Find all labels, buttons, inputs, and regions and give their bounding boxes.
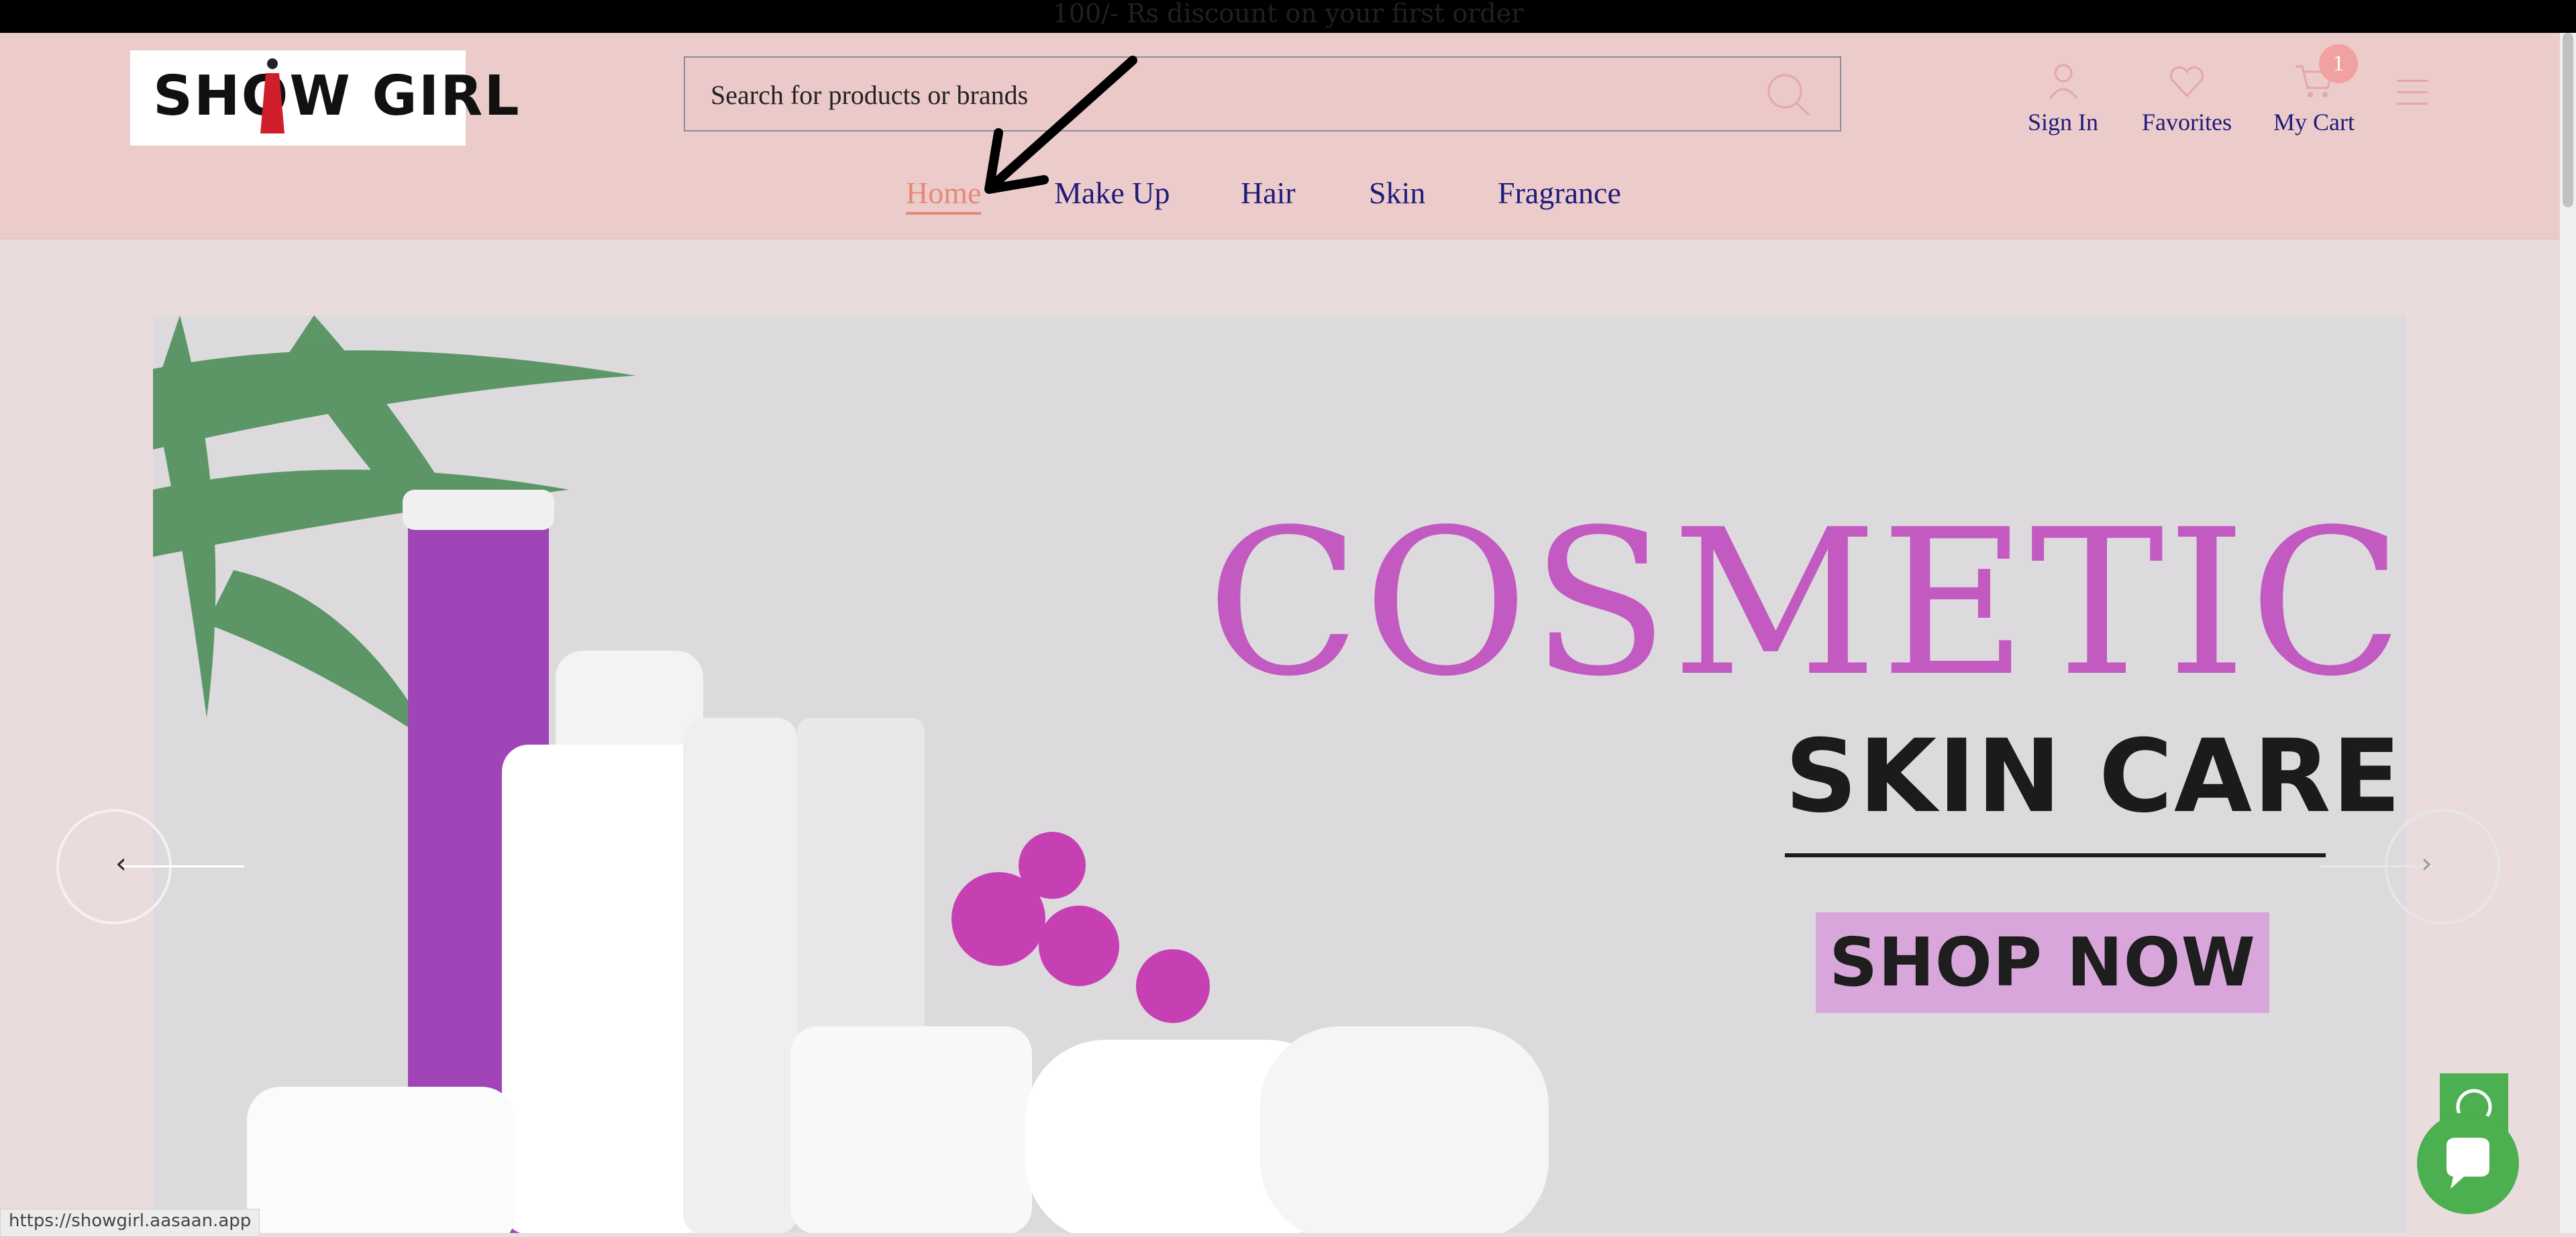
sign-in-label: Sign In xyxy=(2028,109,2099,136)
nav-fragrance[interactable]: Fragrance xyxy=(1498,175,1621,211)
carousel-prev-line xyxy=(121,865,244,867)
banner-products-image xyxy=(153,315,1549,1233)
announcement-bar: 100/- Rs discount on your first order xyxy=(0,0,2576,33)
logo[interactable]: SHOW GIRL xyxy=(130,50,519,146)
sign-in-link[interactable]: Sign In xyxy=(2028,62,2098,136)
nav-hair[interactable]: Hair xyxy=(1241,175,1296,211)
chat-icon xyxy=(2446,1138,2489,1189)
banner-subheadline: SKIN CARE xyxy=(1785,718,2402,835)
heart-icon xyxy=(2169,66,2204,98)
favorites-link[interactable]: Favorites xyxy=(2142,62,2232,136)
search-bar[interactable]: Search for products or brands xyxy=(684,56,1841,131)
chevron-left-icon[interactable]: ‹ xyxy=(115,847,127,879)
chevron-right-icon[interactable]: › xyxy=(2421,847,2432,879)
user-icon xyxy=(2049,64,2077,99)
banner-headline: COSMETIC xyxy=(1206,486,2406,720)
chat-button[interactable] xyxy=(2417,1112,2519,1214)
annotation-arrow xyxy=(984,56,1137,194)
nav-home[interactable]: Home xyxy=(906,175,982,215)
carousel-next-line xyxy=(2320,865,2434,867)
banner-divider xyxy=(1785,853,2326,857)
cart-label: My Cart xyxy=(2273,109,2355,136)
favorites-label: Favorites xyxy=(2142,109,2232,136)
hamburger-menu-icon[interactable] xyxy=(2397,80,2428,107)
search-icon[interactable] xyxy=(1765,71,1812,118)
logo-figure-icon xyxy=(260,58,285,133)
scrollbar-thumb[interactable] xyxy=(2563,33,2573,207)
cart-count-badge: 1 xyxy=(2319,44,2358,83)
announcement-text: 100/- Rs discount on your first order xyxy=(1052,0,1524,28)
nav-skin[interactable]: Skin xyxy=(1369,175,1425,211)
scrollbar[interactable] xyxy=(2560,33,2576,1233)
shop-now-button[interactable]: SHOP NOW xyxy=(1816,912,2269,1013)
hero-banner[interactable]: COSMETIC SKIN CARE SHOP NOW xyxy=(153,315,2406,1233)
site-header: SHOW GIRL Search for products or brands … xyxy=(0,33,2560,239)
logo-text: SHOW GIRL xyxy=(153,64,521,128)
